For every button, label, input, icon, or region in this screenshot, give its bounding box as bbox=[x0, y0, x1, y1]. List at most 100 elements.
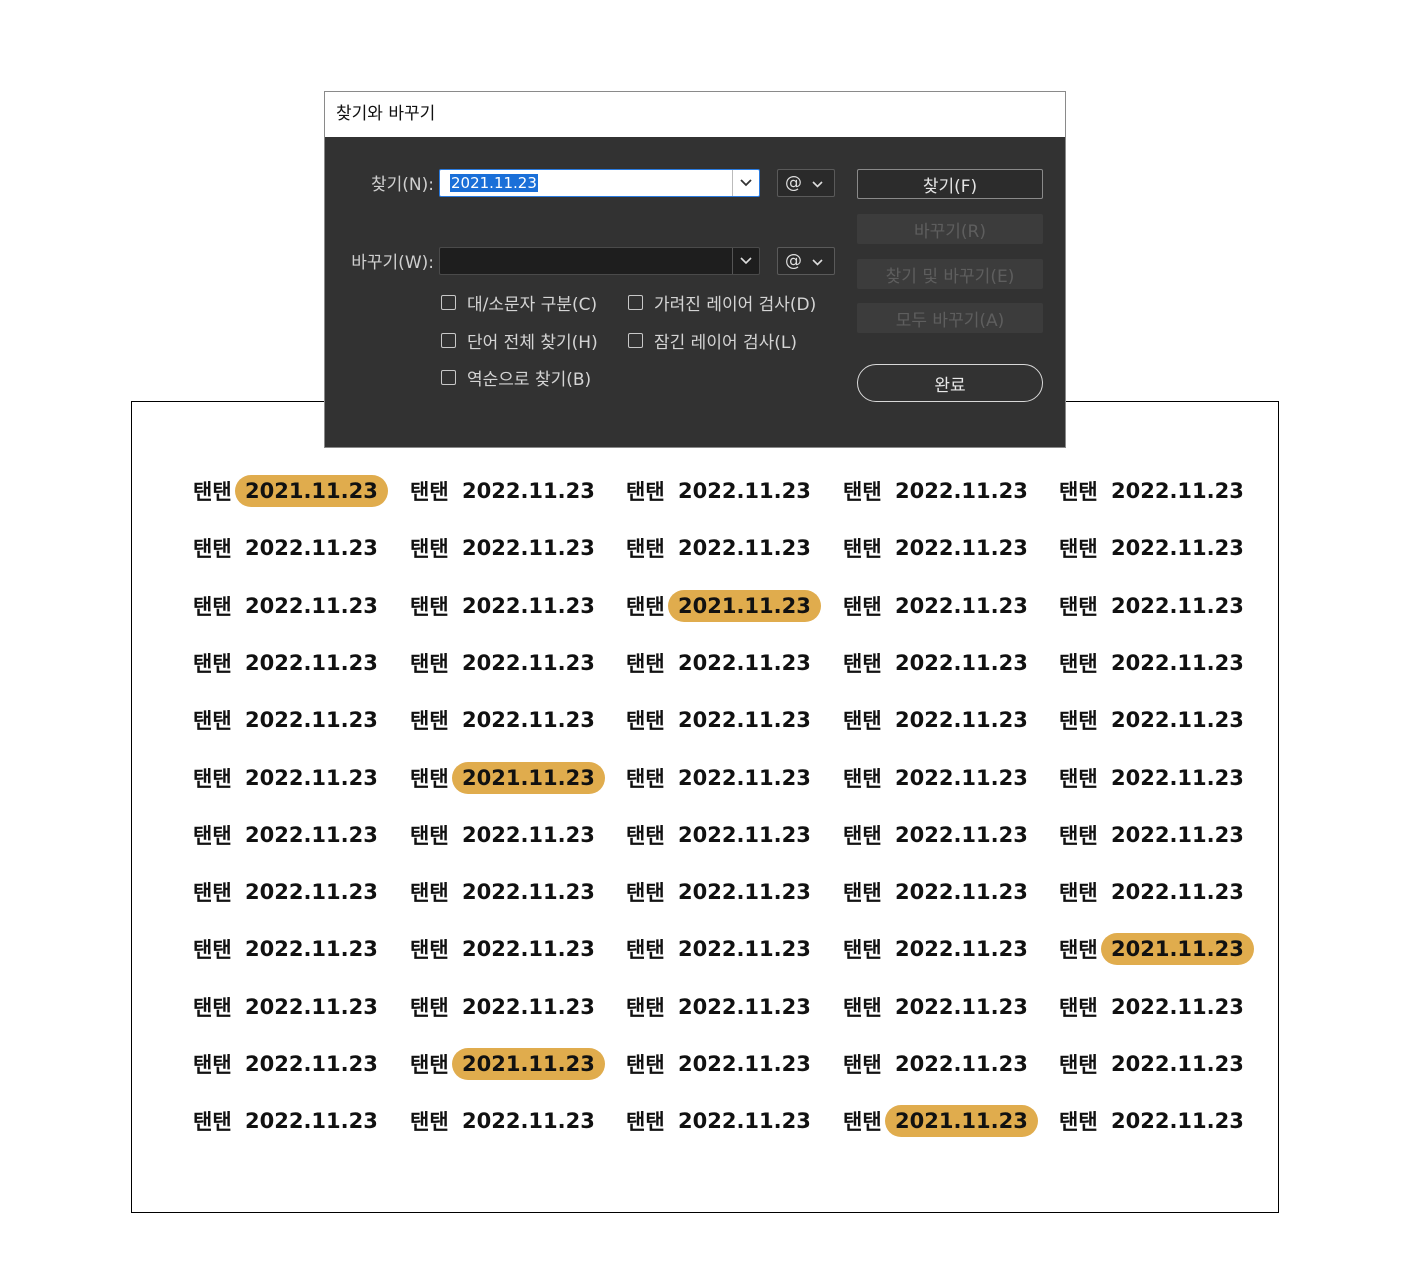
search-match-highlight: 2021.11.23 bbox=[452, 1048, 605, 1080]
text-item-date: 2022.11.23 bbox=[895, 1052, 1028, 1076]
text-item-date: 2022.11.23 bbox=[462, 1109, 595, 1133]
text-item: 탠탠 2022.11.23 bbox=[193, 931, 386, 967]
text-item: 탠탠 2022.11.23 bbox=[843, 473, 1036, 509]
replace-special-char-button[interactable]: @ bbox=[777, 247, 835, 275]
text-item-date: 2022.11.23 bbox=[895, 479, 1028, 503]
text-item-match: 탠탠 2021.11.23 bbox=[843, 1103, 1038, 1139]
text-item: 탠탠 2022.11.23 bbox=[626, 1046, 819, 1082]
text-item: 탠탠 2022.11.23 bbox=[626, 530, 819, 566]
checkbox[interactable] bbox=[441, 295, 456, 310]
text-item-date: 2022.11.23 bbox=[462, 823, 595, 847]
text-item: 탠탠 2022.11.23 bbox=[410, 931, 603, 967]
replace-label: 바꾸기(W): bbox=[351, 253, 434, 273]
artboard: 탠탠 2021.11.23 탠탠 2022.11.23 탠탠 2022.11.23 탠탠 20… bbox=[131, 401, 1279, 1213]
find-button[interactable]: 찾기(F) bbox=[857, 169, 1043, 199]
text-item-date: 2022.11.23 bbox=[678, 1052, 811, 1076]
text-item: 탠탠 2022.11.23 bbox=[410, 1103, 603, 1139]
text-item-date: 2022.11.23 bbox=[462, 479, 595, 503]
text-item-date: 2022.11.23 bbox=[462, 594, 595, 618]
option-case-sensitive[interactable]: 대/소문자 구분(C) bbox=[441, 290, 597, 315]
text-item: 탠탠 2022.11.23 bbox=[410, 473, 603, 509]
text-item: 탠탠 2022.11.23 bbox=[843, 931, 1036, 967]
text-item-date: 2022.11.23 bbox=[245, 708, 378, 732]
option-whole-word[interactable]: 단어 전체 찾기(H) bbox=[441, 328, 598, 353]
text-item-date: 2022.11.23 bbox=[245, 594, 378, 618]
text-item: 탠탠 2022.11.23 bbox=[1059, 760, 1252, 796]
text-item-date: 2022.11.23 bbox=[462, 937, 595, 961]
chevron-down-icon bbox=[812, 259, 823, 266]
text-item-date: 2022.11.23 bbox=[245, 823, 378, 847]
text-item-date: 2022.11.23 bbox=[678, 995, 811, 1019]
text-item-match: 탠탠 2021.11.23 bbox=[410, 1046, 605, 1082]
text-item-date: 2022.11.23 bbox=[245, 1109, 378, 1133]
text-item-date: 2022.11.23 bbox=[895, 651, 1028, 675]
text-item-date: 2022.11.23 bbox=[678, 766, 811, 790]
find-input[interactable]: 2021.11.23 bbox=[439, 169, 760, 197]
text-item-date: 2022.11.23 bbox=[1111, 479, 1244, 503]
text-item: 탠탠 2022.11.23 bbox=[410, 874, 603, 910]
text-item-date: 2022.11.23 bbox=[1111, 708, 1244, 732]
text-item-date: 2022.11.23 bbox=[462, 995, 595, 1019]
text-item: 탠탠 2022.11.23 bbox=[193, 817, 386, 853]
text-item: 탠탠 2022.11.23 bbox=[843, 1046, 1036, 1082]
text-item: 탠탠 2022.11.23 bbox=[193, 874, 386, 910]
text-item-date: 2022.11.23 bbox=[678, 823, 811, 847]
text-item-date: 2022.11.23 bbox=[895, 823, 1028, 847]
text-item-date: 2022.11.23 bbox=[1111, 823, 1244, 847]
text-item-date: 2022.11.23 bbox=[895, 995, 1028, 1019]
search-match-highlight: 2021.11.23 bbox=[235, 475, 388, 507]
find-replace-dialog: 찾기와 바꾸기 찾기(N): 2021.11.23 @ 바꾸기(W): @ 대/… bbox=[324, 91, 1066, 448]
text-item: 탠탠 2022.11.23 bbox=[843, 702, 1036, 738]
text-item-date: 2022.11.23 bbox=[1111, 1109, 1244, 1133]
text-item: 탠탠 2022.11.23 bbox=[843, 817, 1036, 853]
text-item-date: 2022.11.23 bbox=[895, 536, 1028, 560]
checkbox[interactable] bbox=[628, 333, 643, 348]
text-item: 탠탠 2022.11.23 bbox=[1059, 588, 1252, 624]
replace-all-button[interactable]: 모두 바꾸기(A) bbox=[857, 303, 1043, 333]
text-item-date: 2022.11.23 bbox=[678, 1109, 811, 1133]
text-item: 탠탠 2022.11.23 bbox=[1059, 530, 1252, 566]
option-hidden-layers[interactable]: 가려진 레이어 검사(D) bbox=[628, 290, 816, 315]
find-and-replace-button[interactable]: 찾기 및 바꾸기(E) bbox=[857, 259, 1043, 289]
checkbox[interactable] bbox=[441, 333, 456, 348]
option-reverse-search[interactable]: 역순으로 찾기(B) bbox=[441, 365, 591, 390]
find-special-char-button[interactable]: @ bbox=[777, 169, 835, 197]
done-button[interactable]: 완료 bbox=[857, 364, 1043, 402]
checkbox[interactable] bbox=[628, 295, 643, 310]
text-item: 탠탠 2022.11.23 bbox=[410, 588, 603, 624]
find-dropdown[interactable] bbox=[732, 170, 759, 196]
text-item-date: 2022.11.23 bbox=[1111, 651, 1244, 675]
replace-dropdown[interactable] bbox=[732, 248, 759, 274]
text-item-date: 2022.11.23 bbox=[462, 651, 595, 675]
text-item: 탠탠 2022.11.23 bbox=[410, 530, 603, 566]
text-item-date: 2022.11.23 bbox=[895, 766, 1028, 790]
find-input-value: 2021.11.23 bbox=[450, 174, 538, 192]
text-item: 탠탠 2022.11.23 bbox=[193, 760, 386, 796]
text-item: 탠탠 2022.11.23 bbox=[843, 645, 1036, 681]
text-item: 탠탠 2022.11.23 bbox=[193, 588, 386, 624]
text-item-match: 탠탠 2021.11.23 bbox=[626, 588, 821, 624]
text-item: 탠탠 2022.11.23 bbox=[843, 760, 1036, 796]
replace-input[interactable] bbox=[439, 247, 760, 275]
option-locked-layers[interactable]: 잠긴 레이어 검사(L) bbox=[628, 328, 797, 353]
search-match-highlight: 2021.11.23 bbox=[1101, 933, 1254, 965]
text-item: 탠탠 2022.11.23 bbox=[626, 989, 819, 1025]
checkbox[interactable] bbox=[441, 370, 456, 385]
text-item: 탠탠 2022.11.23 bbox=[1059, 1103, 1252, 1139]
search-match-highlight: 2021.11.23 bbox=[668, 590, 821, 622]
text-item-date: 2022.11.23 bbox=[245, 1052, 378, 1076]
text-item: 탠탠 2022.11.23 bbox=[193, 989, 386, 1025]
chevron-down-icon bbox=[740, 179, 752, 187]
search-match-highlight: 2021.11.23 bbox=[452, 762, 605, 794]
text-item: 탠탠 2022.11.23 bbox=[1059, 473, 1252, 509]
text-item-date: 2022.11.23 bbox=[1111, 766, 1244, 790]
text-item-date: 2022.11.23 bbox=[678, 708, 811, 732]
text-item: 탠탠 2022.11.23 bbox=[1059, 817, 1252, 853]
text-item-date: 2022.11.23 bbox=[895, 937, 1028, 961]
text-item: 탠탠 2022.11.23 bbox=[1059, 702, 1252, 738]
text-item: 탠탠 2022.11.23 bbox=[843, 530, 1036, 566]
replace-button[interactable]: 바꾸기(R) bbox=[857, 214, 1043, 244]
text-item: 탠탠 2022.11.23 bbox=[626, 473, 819, 509]
chevron-down-icon bbox=[740, 257, 752, 265]
text-item: 탠탠 2022.11.23 bbox=[626, 931, 819, 967]
